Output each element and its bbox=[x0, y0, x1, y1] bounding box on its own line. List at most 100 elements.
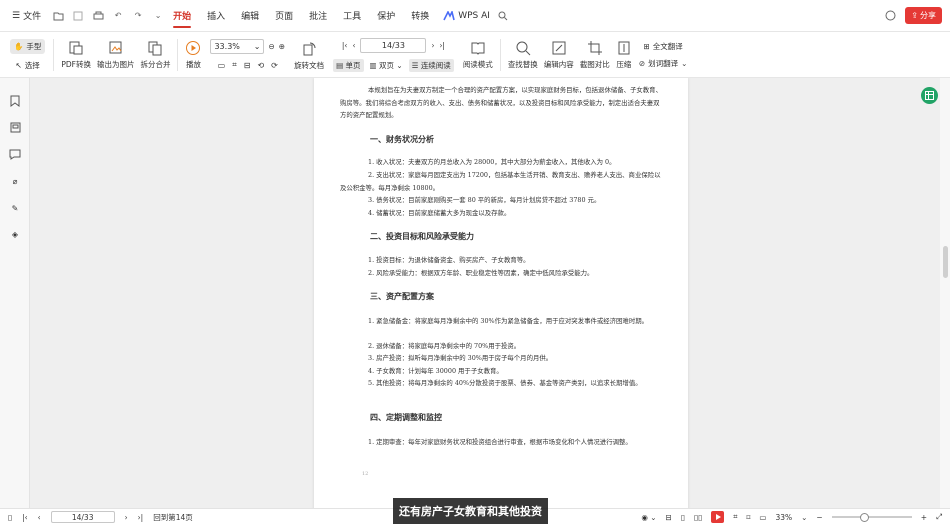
word-translate-button[interactable]: ⊘ 划词翻译 ⌄ bbox=[639, 58, 688, 69]
prev-page-icon[interactable]: ‹ bbox=[352, 41, 355, 50]
tab-home[interactable]: 开始 bbox=[165, 0, 199, 32]
tab-page[interactable]: 页面 bbox=[267, 0, 301, 32]
last-page-icon[interactable]: ›| bbox=[138, 513, 144, 522]
open-icon[interactable] bbox=[51, 9, 65, 23]
tab-protect[interactable]: 保护 bbox=[369, 0, 403, 32]
fit-width-icon[interactable]: ⊟ bbox=[244, 61, 251, 70]
hand-tool-button[interactable]: ✋ 手型 bbox=[10, 38, 46, 54]
fullscreen-icon[interactable]: ⤢ bbox=[936, 512, 942, 522]
fit-page-icon[interactable]: ⌗ bbox=[232, 60, 237, 70]
compress-button[interactable]: 压缩 bbox=[613, 35, 635, 75]
tab-tools[interactable]: 工具 bbox=[335, 0, 369, 32]
fit-height-icon[interactable]: ⊟ bbox=[666, 513, 672, 522]
full-translate-button[interactable]: ⊞ 全文翻译 bbox=[643, 41, 682, 52]
compress-icon bbox=[616, 40, 632, 56]
tab-edit[interactable]: 编辑 bbox=[233, 0, 267, 32]
sidebar-toggle-icon[interactable]: ▯ bbox=[8, 513, 12, 522]
zoom-value[interactable]: 33% bbox=[775, 513, 792, 522]
section-heading: 二、投资目标和风险承受能力 bbox=[370, 232, 474, 241]
left-sidebar: ⌀ ✎ ◈ bbox=[0, 78, 30, 508]
play-button[interactable]: 播放 bbox=[182, 35, 204, 75]
list-item: 1. 定期审查：每年对家庭财务状况和投资组合进行审查，根据市场变化和个人情况进行… bbox=[368, 438, 632, 446]
rotate-left-icon[interactable]: ⟲ bbox=[257, 61, 264, 70]
screenshot-icon bbox=[587, 40, 603, 56]
ribbon-toolbar: ✋ 手型 ↖ 选择 PDF转换 输出为图片 拆分合并 播放 33.3% ⌄ ⊖ ⊕… bbox=[0, 32, 950, 78]
pdf-convert-icon bbox=[68, 40, 84, 56]
continuous-read-button[interactable]: ☰ 连续阅读 bbox=[408, 58, 454, 72]
tab-insert[interactable]: 插入 bbox=[199, 0, 233, 32]
export-image-button[interactable]: 输出为图片 bbox=[94, 35, 138, 75]
last-page-icon[interactable]: ›| bbox=[439, 41, 445, 50]
page-number-input[interactable]: 14/33 bbox=[360, 37, 427, 53]
reading-icon[interactable]: ▭ bbox=[759, 513, 766, 522]
vertical-scrollbar[interactable] bbox=[940, 78, 950, 508]
intro-paragraph: 本规划旨在为夫妻双方制定一个合理的资产配置方案，以实现家庭财务目标，包括退休储备… bbox=[340, 86, 662, 120]
list-item: 1. 收入状况：夫妻双方的月总收入为 28000，其中大部分为薪金收入，其他收入… bbox=[368, 158, 616, 166]
play-icon bbox=[715, 514, 721, 520]
comment-icon[interactable] bbox=[8, 147, 22, 161]
fullscreen-page-icon[interactable]: ⌑ bbox=[746, 513, 750, 522]
first-page-icon[interactable]: |‹ bbox=[22, 513, 28, 522]
floating-sheet-button[interactable] bbox=[921, 87, 938, 104]
emoji-feedback-icon[interactable] bbox=[883, 9, 897, 23]
table-icon bbox=[925, 91, 934, 100]
pdf-convert-button[interactable]: PDF转换 bbox=[58, 35, 94, 75]
share-icon: ⇪ bbox=[911, 11, 918, 20]
reading-mode-button[interactable]: 阅读模式 bbox=[460, 35, 496, 75]
search-icon[interactable] bbox=[496, 9, 510, 23]
list-item: 1. 紧急储备金：将家庭每月净剩余中的 30%作为紧急储备金，用于应对突发事件或… bbox=[368, 317, 648, 325]
share-button[interactable]: ⇪ 分享 bbox=[905, 7, 942, 24]
double-page-button[interactable]: ▥ 双页 ⌄ bbox=[370, 60, 403, 71]
play-red-button[interactable] bbox=[711, 511, 725, 523]
next-page-icon[interactable]: › bbox=[125, 513, 128, 522]
edit-content-button[interactable]: 编辑内容 bbox=[541, 35, 577, 75]
find-replace-button[interactable]: 查找替换 bbox=[505, 35, 541, 75]
list-item: 4. 储蓄状况：目前家庭储蓄大多为现金以及存款。 bbox=[368, 209, 511, 217]
layers-icon[interactable]: ◈ bbox=[8, 227, 22, 241]
fit-width-icon[interactable]: ⌗ bbox=[733, 512, 737, 522]
file-menu[interactable]: ☰ 文件 bbox=[8, 0, 45, 32]
single-view-icon[interactable]: ▯ bbox=[681, 513, 685, 522]
split-merge-button[interactable]: 拆分合并 bbox=[137, 35, 173, 75]
bookmark-icon[interactable] bbox=[8, 94, 22, 108]
select-tool-button[interactable]: ↖ 选择 bbox=[16, 60, 40, 71]
reading-mode-label: 阅读模式 bbox=[462, 59, 493, 69]
zoom-out-icon[interactable]: − bbox=[816, 513, 822, 522]
zoom-in-icon[interactable]: ⊕ bbox=[279, 42, 285, 51]
signature-icon[interactable]: ✎ bbox=[8, 201, 22, 215]
double-view-icon[interactable]: ▯▯ bbox=[694, 513, 702, 522]
list-item: 1. 投资目标：为退休储备资金、购买房产、子女教育等。 bbox=[368, 256, 530, 264]
status-page-input[interactable]: 14/33 bbox=[50, 511, 115, 523]
tab-convert[interactable]: 转换 bbox=[403, 0, 437, 32]
scrollbar-thumb[interactable] bbox=[943, 246, 948, 278]
first-page-icon[interactable]: |‹ bbox=[342, 41, 348, 50]
zoom-menu-icon[interactable]: ⌄ bbox=[801, 513, 807, 522]
next-page-icon[interactable]: › bbox=[431, 41, 434, 50]
zoom-slider[interactable] bbox=[831, 513, 912, 522]
actual-size-icon[interactable]: ▭ bbox=[218, 61, 226, 70]
attachment-icon[interactable]: ⌀ bbox=[8, 174, 22, 188]
print-icon[interactable] bbox=[91, 9, 105, 23]
thumbnail-icon[interactable] bbox=[8, 120, 22, 134]
zoom-in-icon[interactable]: + bbox=[921, 513, 927, 522]
chevron-down-icon[interactable]: ⌄ bbox=[151, 9, 165, 23]
single-page-button[interactable]: ▤ 单页 bbox=[333, 58, 364, 72]
wps-ai-button[interactable]: WPS AI bbox=[437, 10, 496, 21]
document-viewport[interactable]: 本规划旨在为夫妻双方制定一个合理的资产配置方案，以实现家庭财务目标，包括退休储备… bbox=[30, 78, 940, 508]
zoom-out-icon[interactable]: ⊖ bbox=[268, 42, 274, 51]
compare-button[interactable]: 截图对比 bbox=[577, 35, 613, 75]
back-to-page-link[interactable]: 回到第14页 bbox=[153, 512, 193, 523]
list-item: 2. 支出状况：家庭每月固定支出为 17200，包括基本生活开销、教育支出、赡养… bbox=[340, 171, 661, 192]
zoom-select[interactable]: 33.3% ⌄ bbox=[210, 39, 265, 54]
eye-icon[interactable]: ◉ ⌄ bbox=[641, 513, 656, 522]
double-page-icon: ▥ bbox=[369, 60, 380, 70]
save-icon[interactable] bbox=[71, 9, 85, 23]
prev-page-icon[interactable]: ‹ bbox=[38, 513, 41, 522]
redo-icon[interactable]: ↷ bbox=[131, 9, 145, 23]
undo-icon[interactable]: ↶ bbox=[111, 9, 125, 23]
zoom-group: 33.3% ⌄ ⊖ ⊕ ▭ ⌗ ⊟ ⟲ ⟳ bbox=[204, 32, 291, 78]
list-item: 3. 房产投资：拟听每月净剩余中的 30%用于房子每个月的月供。 bbox=[368, 354, 553, 362]
rotate-doc-button[interactable]: 旋转文档 bbox=[291, 36, 327, 76]
rotate-right-icon[interactable]: ⟳ bbox=[271, 61, 278, 70]
tab-annotate[interactable]: 批注 bbox=[301, 0, 335, 32]
